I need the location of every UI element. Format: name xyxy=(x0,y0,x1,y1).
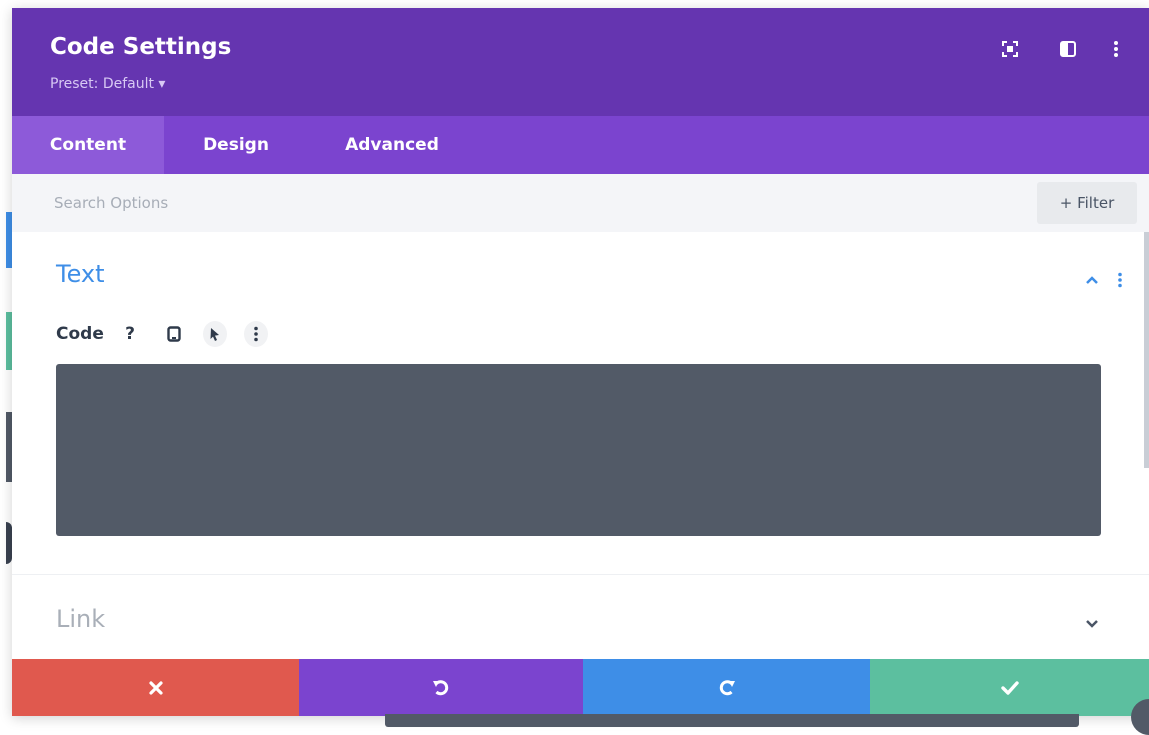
section-title-text[interactable]: Text xyxy=(56,260,105,288)
field-options-icon[interactable] xyxy=(244,321,268,347)
preset-selector[interactable]: Preset: Default ▾ xyxy=(50,76,165,92)
undo-icon xyxy=(433,679,449,695)
modal-title: Code Settings xyxy=(50,34,232,60)
tab-content[interactable]: Content xyxy=(12,116,164,174)
code-field-label: Code xyxy=(56,324,104,344)
check-icon xyxy=(1000,680,1019,695)
scrollbar[interactable] xyxy=(1144,232,1149,468)
split-view-icon[interactable] xyxy=(1057,38,1079,60)
chevron-down-icon[interactable] xyxy=(1080,612,1104,636)
modal-header: Code Settings Preset: Default ▾ xyxy=(12,8,1149,116)
background-element xyxy=(385,714,1079,727)
section-title-link[interactable]: Link xyxy=(56,605,105,633)
settings-content: Text Code ? Link xyxy=(12,232,1149,659)
code-editor[interactable] xyxy=(56,364,1101,536)
tab-advanced[interactable]: Advanced xyxy=(308,116,476,174)
cursor-hover-icon[interactable] xyxy=(203,321,227,347)
close-icon xyxy=(148,680,163,695)
redo-icon xyxy=(719,679,735,695)
save-button[interactable] xyxy=(870,659,1149,716)
responsive-icon[interactable] xyxy=(162,321,186,347)
search-bar: + Filter xyxy=(12,174,1149,232)
cancel-button[interactable] xyxy=(12,659,299,716)
section-more-icon[interactable] xyxy=(1112,268,1128,292)
redo-button[interactable] xyxy=(583,659,870,716)
fullscreen-icon[interactable] xyxy=(999,38,1021,60)
code-settings-modal: Code Settings Preset: Default ▾ Content … xyxy=(12,8,1149,716)
tab-bar: Content Design Advanced xyxy=(12,116,1149,174)
filter-button[interactable]: + Filter xyxy=(1037,182,1137,224)
section-divider xyxy=(12,574,1149,575)
tab-design[interactable]: Design xyxy=(164,116,308,174)
chevron-up-icon[interactable] xyxy=(1080,268,1104,292)
search-input[interactable] xyxy=(54,191,654,215)
help-icon[interactable]: ? xyxy=(118,321,142,347)
undo-button[interactable] xyxy=(299,659,583,716)
more-options-icon[interactable] xyxy=(1105,38,1127,60)
modal-footer xyxy=(12,659,1149,716)
